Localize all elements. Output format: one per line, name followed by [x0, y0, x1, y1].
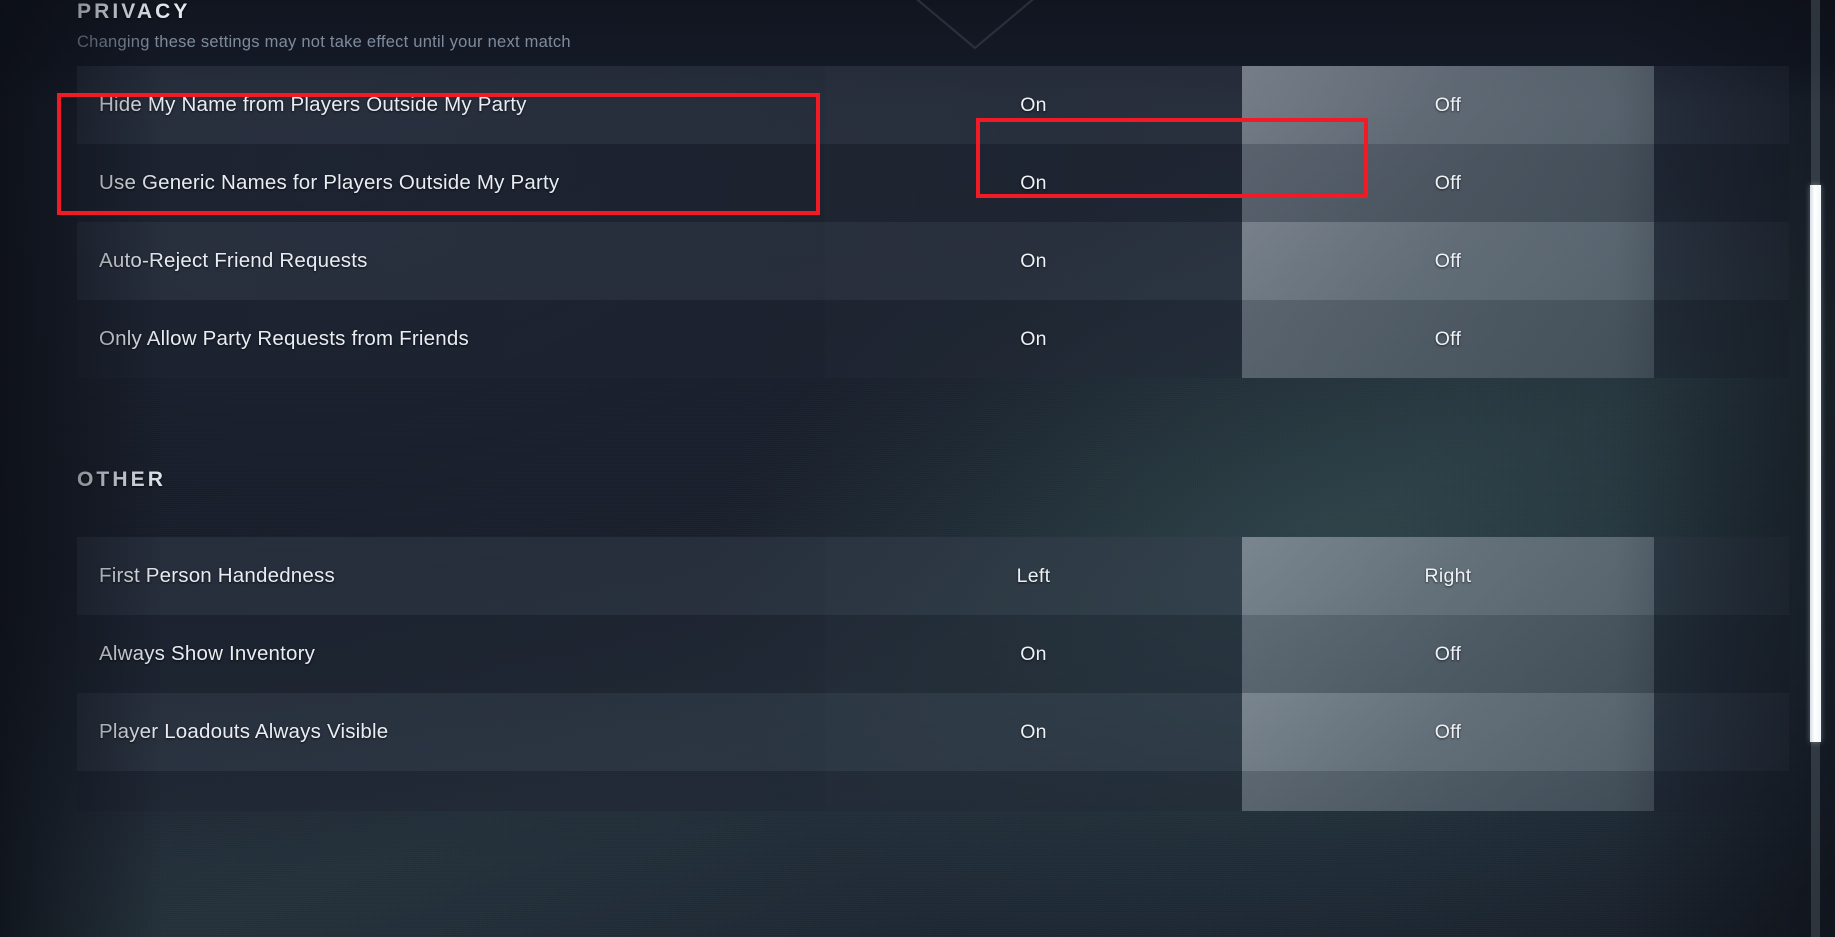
setting-label: Only Allow Party Requests from Friends	[99, 327, 469, 350]
option-button-on[interactable]: On	[825, 693, 1242, 771]
table-row[interactable]: Hide My Name from Players Outside My Par…	[77, 66, 1789, 144]
option-button-on[interactable]	[825, 771, 1242, 811]
option-button-on[interactable]: On	[825, 222, 1242, 300]
option-button-off[interactable]: Off	[1242, 66, 1654, 144]
setting-label: First Person Handedness	[99, 564, 335, 587]
option-button-off[interactable]	[1242, 771, 1654, 811]
table-row[interactable]: Auto-Reject Friend Requests On Off	[77, 222, 1789, 300]
option-button-left[interactable]: Left	[825, 537, 1242, 615]
other-rows: First Person Handedness Left Right Alway…	[0, 537, 1835, 811]
setting-label: Auto-Reject Friend Requests	[99, 249, 368, 272]
table-row[interactable]: Only Allow Party Requests from Friends O…	[77, 300, 1789, 378]
scrollbar-thumb[interactable]	[1810, 185, 1821, 742]
option-button-on[interactable]: On	[825, 615, 1242, 693]
setting-label	[77, 771, 825, 811]
setting-label: Use Generic Names for Players Outside My…	[99, 171, 560, 194]
table-row[interactable]: First Person Handedness Left Right	[77, 537, 1789, 615]
option-button-off[interactable]: Off	[1242, 222, 1654, 300]
section-other: OTHER First Person Handedness Left Right…	[0, 468, 1835, 811]
option-button-right[interactable]: Right	[1242, 537, 1654, 615]
setting-label: Always Show Inventory	[99, 642, 316, 665]
table-row-partial[interactable]	[77, 771, 1789, 811]
section-title-other: OTHER	[77, 468, 166, 491]
game-settings-screen: PRIVACY Changing these settings may not …	[0, 0, 1835, 937]
privacy-rows: Hide My Name from Players Outside My Par…	[0, 66, 1835, 378]
table-row[interactable]: Use Generic Names for Players Outside My…	[77, 144, 1789, 222]
section-privacy: PRIVACY Changing these settings may not …	[0, 0, 1835, 378]
section-subtitle-privacy: Changing these settings may not take eff…	[77, 33, 571, 51]
table-row[interactable]: Player Loadouts Always Visible On Off	[77, 693, 1789, 771]
option-button-off[interactable]: Off	[1242, 300, 1654, 378]
settings-content: PRIVACY Changing these settings may not …	[0, 0, 1835, 937]
option-button-on[interactable]: On	[825, 66, 1242, 144]
option-button-on[interactable]: On	[825, 300, 1242, 378]
option-button-off[interactable]: Off	[1242, 144, 1654, 222]
option-button-off[interactable]: Off	[1242, 615, 1654, 693]
section-title-privacy: PRIVACY	[77, 0, 191, 23]
option-button-on[interactable]: On	[825, 144, 1242, 222]
table-row[interactable]: Always Show Inventory On Off	[77, 615, 1789, 693]
option-button-off[interactable]: Off	[1242, 693, 1654, 771]
setting-label: Hide My Name from Players Outside My Par…	[99, 93, 527, 116]
setting-label: Player Loadouts Always Visible	[99, 720, 389, 743]
